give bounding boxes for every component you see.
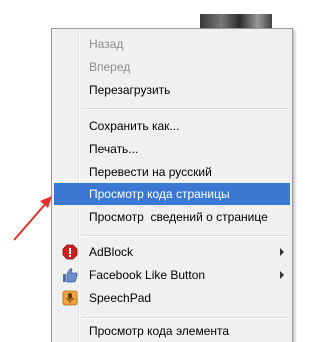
page: Назад Вперед Перезагрузить Сохранить как…	[0, 0, 293, 342]
annotation-arrow-icon	[13, 196, 52, 241]
